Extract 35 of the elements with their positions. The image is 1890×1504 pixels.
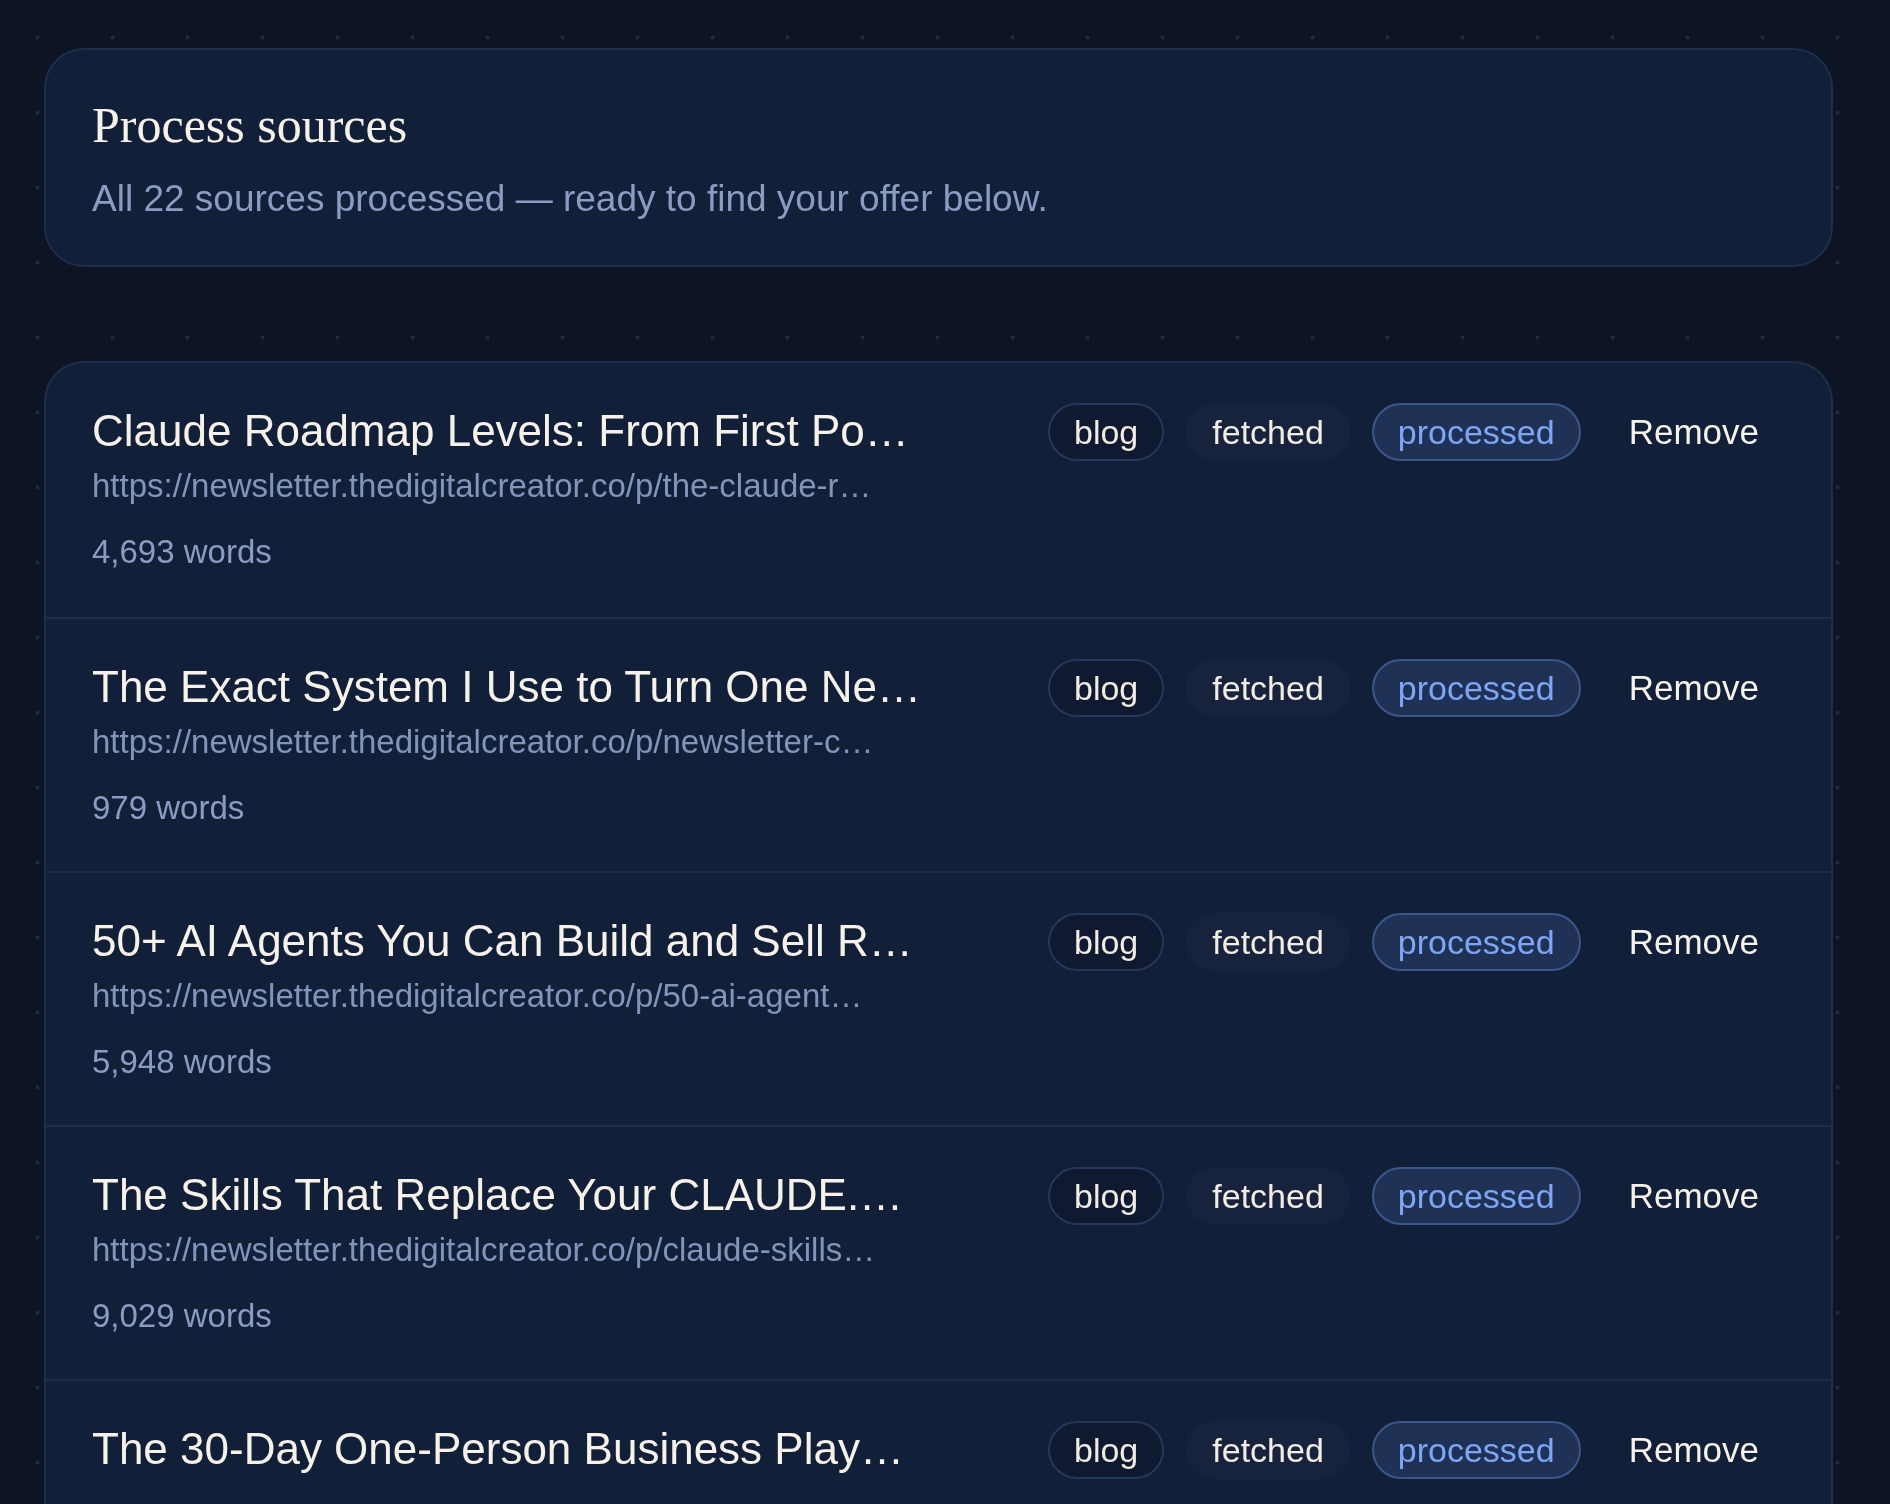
status-tag: processed	[1371, 913, 1581, 971]
source-url: https://newsletter.thedigitalcreator.co/p/newsletter-c…	[92, 722, 875, 762]
status-tag: blog	[1048, 403, 1165, 461]
source-url: https://newsletter.thedigitalcreator.co/p/claude-skills…	[92, 1230, 877, 1270]
remove-button[interactable]: Remove	[1622, 405, 1765, 459]
source-title: The 30-Day One-Person Business Play…	[92, 1423, 905, 1475]
status-tag: fetched	[1186, 913, 1350, 971]
status-tag: processed	[1371, 1167, 1581, 1225]
status-tag: processed	[1371, 1421, 1581, 1479]
source-title: The Skills That Replace Your CLAUDE.…	[92, 1169, 905, 1221]
remove-button[interactable]: Remove	[1622, 1423, 1765, 1477]
status-tag: processed	[1371, 403, 1581, 461]
word-count: 4,693 words	[92, 532, 273, 572]
status-text: All 22 sources processed — ready to find your offer below.	[92, 180, 1049, 217]
status-tag: blog	[1048, 1421, 1165, 1479]
status-tag: fetched	[1186, 1167, 1350, 1225]
page-title: Process sources	[92, 100, 409, 150]
status-tag: blog	[1048, 1167, 1165, 1225]
remove-button[interactable]: Remove	[1622, 661, 1765, 715]
status-tag: fetched	[1186, 403, 1350, 461]
status-tag: fetched	[1186, 659, 1350, 717]
remove-button[interactable]: Remove	[1622, 915, 1765, 969]
source-title: 50+ AI Agents You Can Build and Sell R…	[92, 915, 914, 967]
status-tag: blog	[1048, 913, 1165, 971]
source-url: https://newsletter.thedigitalcreator.co/p/the-claude-r…	[92, 466, 873, 506]
status-tag: fetched	[1186, 1421, 1350, 1479]
source-title: The Exact System I Use to Turn One Ne…	[92, 661, 922, 713]
source-title: Claude Roadmap Levels: From First Po…	[92, 405, 910, 457]
word-count: 9,029 words	[92, 1296, 273, 1336]
status-tag: blog	[1048, 659, 1165, 717]
word-count: 5,948 words	[92, 1042, 273, 1082]
remove-button[interactable]: Remove	[1622, 1169, 1765, 1223]
status-tag: processed	[1371, 659, 1581, 717]
source-url: https://newsletter.thedigitalcreator.co/p/50-ai-agent…	[92, 976, 864, 1016]
word-count: 979 words	[92, 788, 246, 828]
